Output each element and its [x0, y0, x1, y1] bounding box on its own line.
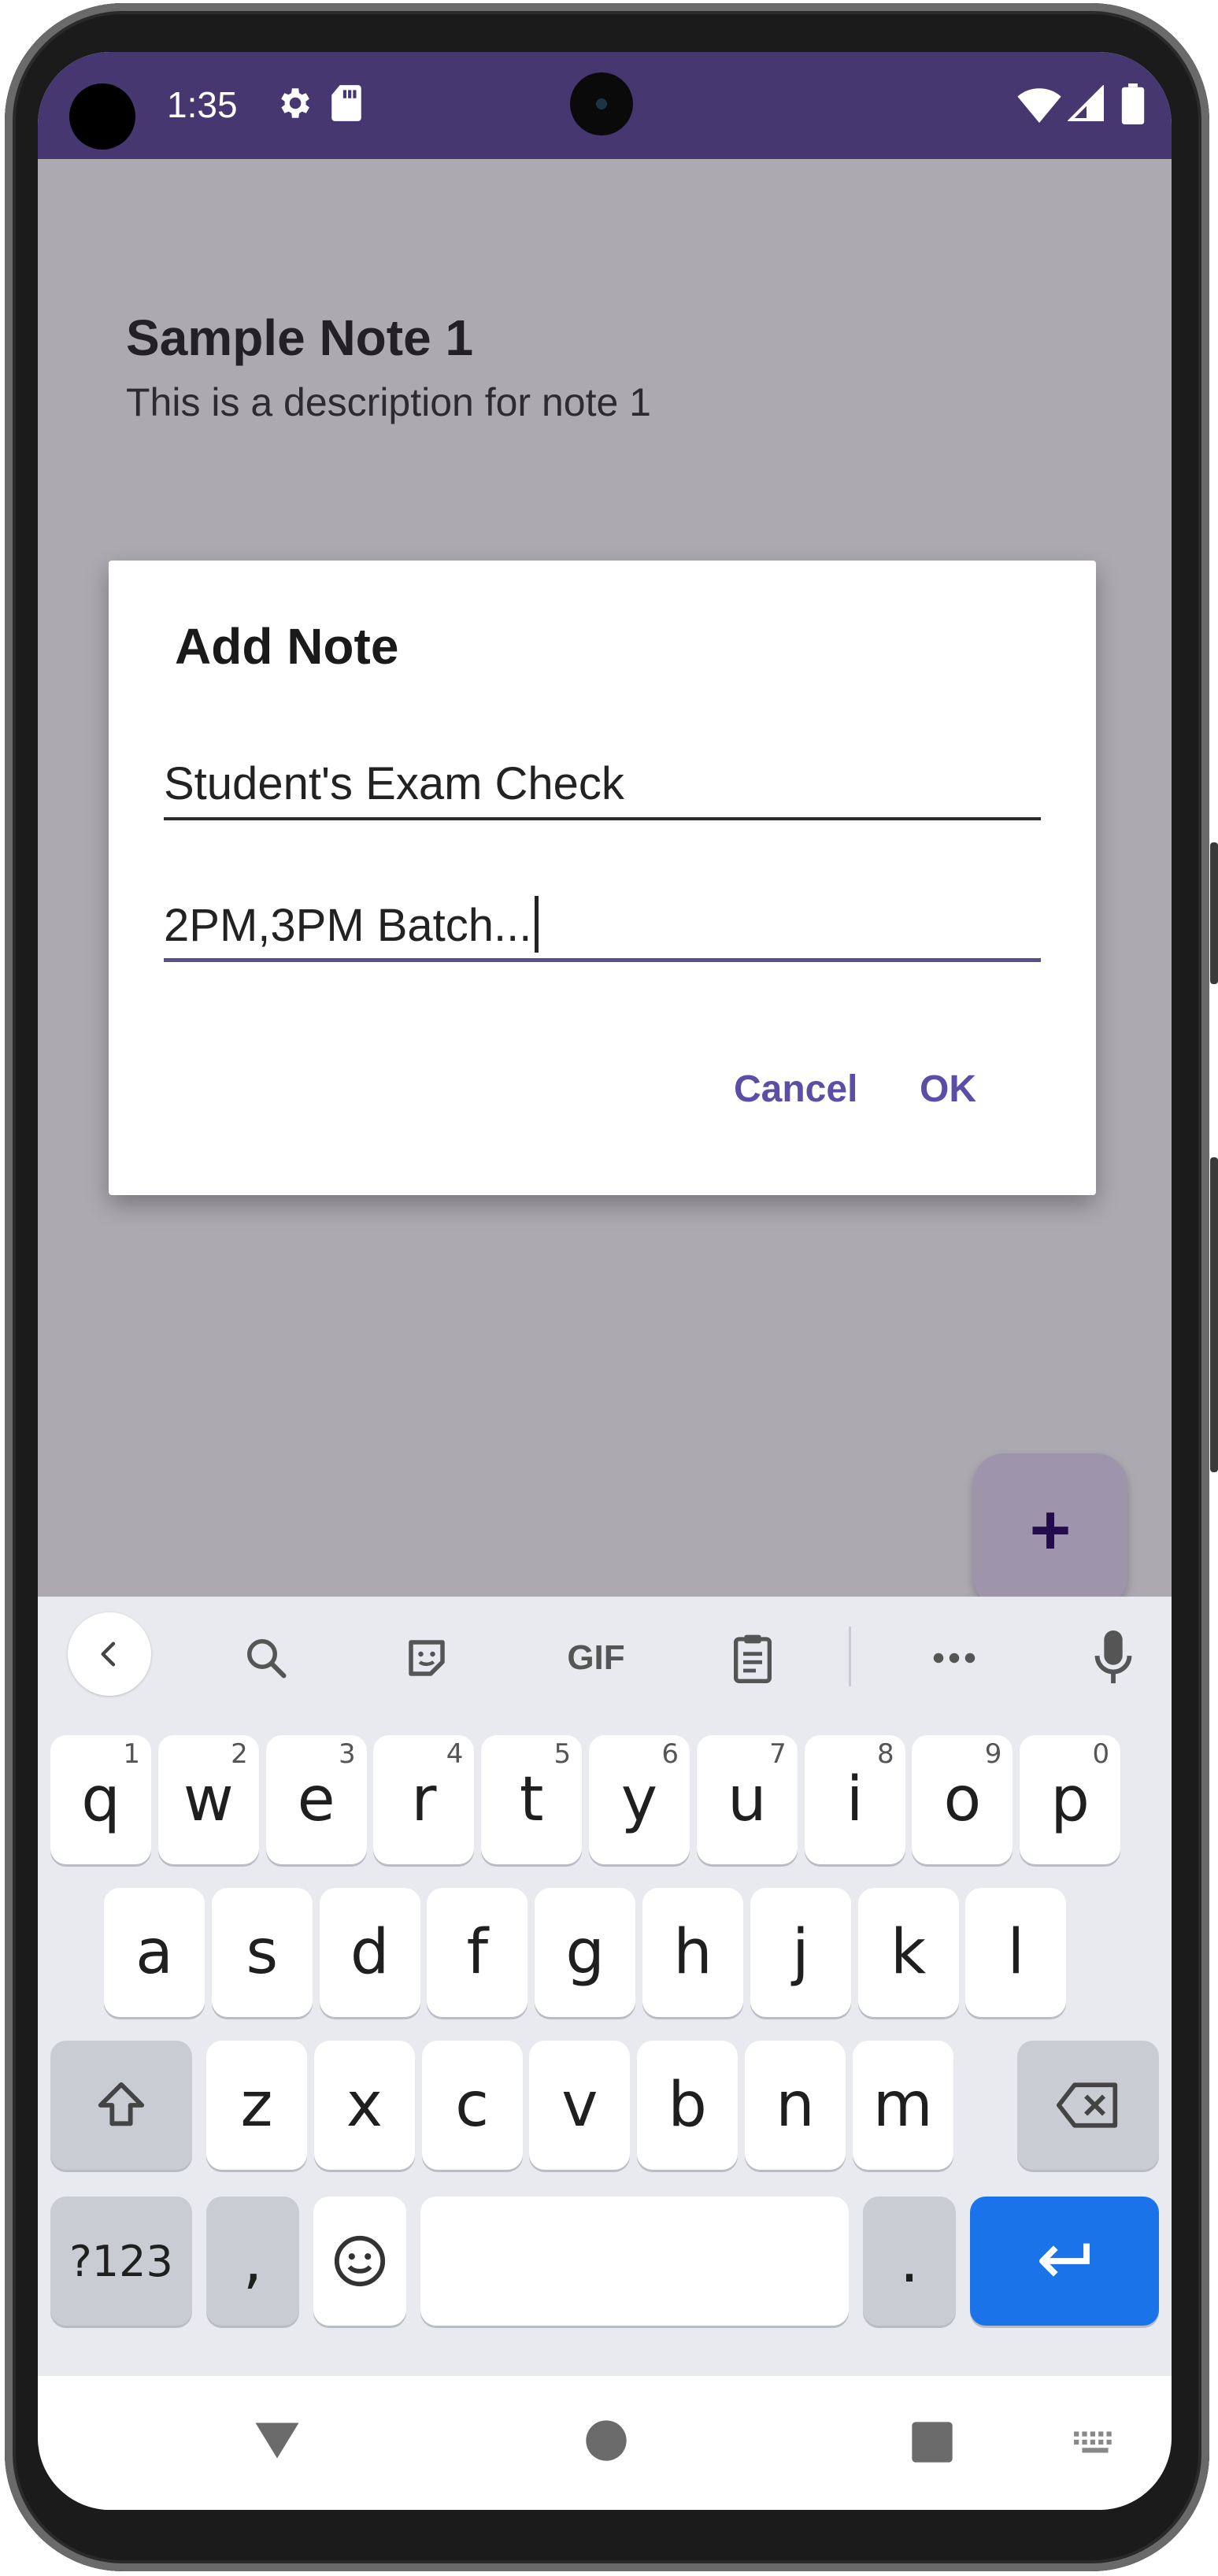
- shift-key[interactable]: [50, 2041, 192, 2170]
- screen: 1:35 Sample Note 1 This is a description…: [38, 52, 1172, 2510]
- key-label: t: [519, 1764, 544, 1835]
- keyboard-toolbar: GIF: [38, 1597, 1172, 1715]
- gif-icon[interactable]: GIF: [553, 1628, 639, 1688]
- key-v[interactable]: v: [529, 2041, 631, 2170]
- back-nav-icon[interactable]: [254, 2420, 301, 2465]
- signal-icon: [1067, 84, 1105, 127]
- key-g[interactable]: g: [535, 1888, 636, 2017]
- key-y[interactable]: y6: [589, 1735, 690, 1864]
- key-c[interactable]: c: [421, 2041, 523, 2170]
- note-title-input[interactable]: Student's Exam Check: [164, 749, 1041, 820]
- key-hint: 1: [123, 1738, 140, 1770]
- key-hint: 0: [1092, 1738, 1110, 1770]
- navigation-bar: [38, 2376, 1172, 2510]
- ok-button[interactable]: OK: [920, 1068, 976, 1111]
- add-note-dialog: Add Note Student's Exam Check 2PM,3PM Ba…: [109, 561, 1096, 1195]
- key-hint: 5: [553, 1738, 572, 1770]
- backspace-key[interactable]: [1017, 2041, 1159, 2170]
- key-hint: 2: [231, 1738, 248, 1770]
- key-hint: 3: [338, 1738, 356, 1770]
- key-r[interactable]: r4: [373, 1735, 475, 1864]
- key-q[interactable]: q1: [50, 1735, 151, 1864]
- key-e[interactable]: e3: [265, 1735, 367, 1864]
- text-cursor: [535, 895, 539, 953]
- battery-icon: [1121, 83, 1145, 128]
- status-bar: 1:35: [38, 52, 1172, 159]
- key-hint: 8: [876, 1738, 894, 1770]
- key-p[interactable]: p0: [1020, 1735, 1121, 1864]
- home-nav-icon[interactable]: [584, 2419, 628, 2467]
- wifi-icon: [1017, 87, 1061, 127]
- emoji-key[interactable]: [313, 2197, 406, 2326]
- key-l[interactable]: l: [965, 1888, 1067, 2017]
- dialog-title: Add Note: [175, 618, 399, 675]
- front-sensor-dot: [69, 83, 135, 150]
- key-label: y: [620, 1764, 658, 1835]
- key-h[interactable]: h: [642, 1888, 743, 2017]
- toolbar-divider: [849, 1627, 851, 1686]
- key-label: w: [183, 1764, 234, 1835]
- front-camera: [570, 72, 633, 135]
- key-label: e: [297, 1764, 335, 1835]
- key-label: u: [727, 1764, 767, 1835]
- settings-icon: [274, 83, 313, 127]
- enter-key[interactable]: [970, 2197, 1159, 2326]
- keyboard-switch-icon[interactable]: [1072, 2430, 1118, 2460]
- mic-icon[interactable]: [1082, 1628, 1145, 1688]
- sd-card-icon: [329, 83, 364, 127]
- key-d[interactable]: d: [319, 1888, 420, 2017]
- key-u[interactable]: u7: [696, 1735, 798, 1864]
- key-hint: 4: [446, 1738, 464, 1770]
- key-label: p: [1050, 1764, 1090, 1835]
- key-hint: 6: [661, 1738, 679, 1770]
- recents-nav-icon[interactable]: [910, 2420, 954, 2468]
- key-f[interactable]: f: [427, 1888, 528, 2017]
- key-i[interactable]: i8: [804, 1735, 905, 1864]
- sticker-icon[interactable]: [395, 1628, 458, 1688]
- status-time: 1:35: [167, 84, 238, 125]
- cancel-button[interactable]: Cancel: [734, 1068, 857, 1111]
- soft-keyboard: GIF q1w2e3r4t5y6u7i8o9p0 asdfghjkl z x c…: [38, 1597, 1172, 2376]
- comma-key[interactable]: ,: [206, 2197, 299, 2326]
- period-key[interactable]: .: [863, 2197, 956, 2326]
- symbols-key[interactable]: ?123: [50, 2197, 192, 2326]
- key-o[interactable]: o9: [912, 1735, 1013, 1864]
- space-key[interactable]: [420, 2197, 849, 2326]
- key-j[interactable]: j: [750, 1888, 851, 2017]
- key-a[interactable]: a: [104, 1888, 205, 2017]
- volume-button: [1210, 842, 1218, 984]
- key-w[interactable]: w2: [157, 1735, 259, 1864]
- phone-frame: 1:35 Sample Note 1 This is a description…: [0, 0, 1218, 2576]
- more-icon[interactable]: [923, 1628, 986, 1688]
- key-label: q: [81, 1764, 120, 1835]
- note-description-input-value: 2PM,3PM Batch...: [164, 900, 532, 951]
- key-b[interactable]: b: [637, 2041, 739, 2170]
- key-s[interactable]: s: [211, 1888, 313, 2017]
- note-description-input[interactable]: 2PM,3PM Batch...: [164, 891, 1041, 962]
- key-label: r: [411, 1764, 437, 1835]
- key-hint: 9: [984, 1738, 1002, 1770]
- power-button: [1210, 1157, 1218, 1472]
- key-n[interactable]: n: [745, 2041, 846, 2170]
- key-t[interactable]: t5: [481, 1735, 583, 1864]
- note-title-input-value: Student's Exam Check: [164, 758, 624, 809]
- key-label: i: [846, 1764, 864, 1835]
- back-chevron-icon[interactable]: [68, 1612, 151, 1696]
- search-icon[interactable]: [235, 1628, 298, 1688]
- clipboard-icon[interactable]: [721, 1628, 784, 1688]
- key-x[interactable]: x: [313, 2041, 415, 2170]
- key-m[interactable]: m: [852, 2041, 953, 2170]
- key-z[interactable]: z: [206, 2041, 307, 2170]
- key-k[interactable]: k: [857, 1888, 959, 2017]
- key-hint: 7: [769, 1738, 787, 1770]
- key-label: o: [943, 1764, 982, 1835]
